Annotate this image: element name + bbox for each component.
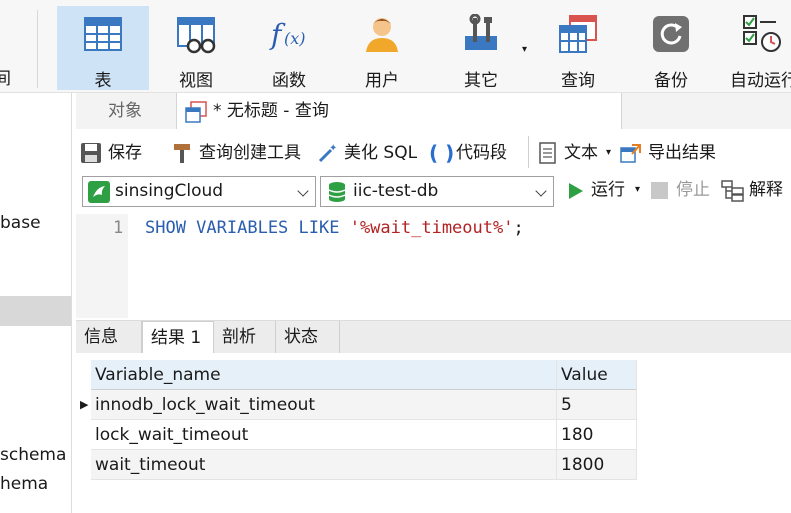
code-snippet-icon: ( ) [429, 141, 455, 165]
connection-select-value: sinsingCloud [115, 181, 224, 201]
sql-code-line[interactable]: SHOW VARIABLES LIKE '%wait_timeout%'; [145, 218, 524, 238]
run-icon [569, 183, 583, 199]
export-icon [620, 144, 641, 163]
schedule-icon [743, 15, 781, 52]
action-separator [528, 136, 529, 168]
explain-icon [721, 180, 744, 202]
toolbar-label: 其它 [464, 71, 498, 91]
chevron-down-icon [535, 185, 547, 197]
toolbar-user-button[interactable]: 用户 [336, 6, 428, 91]
explain-button[interactable]: 解释 [749, 176, 783, 204]
toolbar-other-button[interactable]: 其它 [435, 6, 527, 91]
stop-button[interactable]: 停止 [676, 176, 710, 204]
view-icon [177, 17, 216, 54]
toolbar-backup-button[interactable]: 备份 [625, 6, 717, 91]
database-select-value: iic-test-db [353, 181, 439, 201]
save-icon [81, 143, 101, 163]
database-icon [328, 182, 346, 202]
sql-terminator: ; [513, 218, 524, 238]
text-view-button[interactable]: 文本 [564, 139, 598, 167]
column-header[interactable]: Value [557, 360, 637, 390]
table-icon [84, 17, 122, 51]
toolbar-query-button[interactable]: 查询 [532, 6, 624, 91]
toolbar-label: 用户 [365, 71, 399, 91]
toolbar-label: 表 [94, 71, 112, 91]
connection-select[interactable]: sinsingCloud [82, 176, 316, 207]
toolbar-label: 视图 [179, 71, 213, 91]
tab-status[interactable]: 状态 [276, 321, 340, 353]
toolbar-table-button[interactable]: 表 [57, 6, 149, 91]
svg-text:✦: ✦ [329, 143, 337, 154]
query-tab-icon [185, 101, 207, 123]
object-tree-sidebar: base schema hema [0, 93, 72, 513]
toolbar-view-button[interactable]: 视图 [150, 6, 242, 91]
toolbar-function-button[interactable]: f (x) 函数 [243, 6, 335, 91]
tree-item[interactable]: hema [0, 474, 48, 494]
editor-tab-bar: 对象 * 无标题 - 查询 [76, 93, 791, 129]
toolbar-label: 查询 [561, 71, 595, 91]
query-icon [559, 15, 597, 53]
beautify-sql-button[interactable]: 美化 SQL [344, 139, 417, 167]
dropdown-arrow-icon[interactable]: ▾ [635, 176, 640, 204]
table-cell[interactable]: 5 [557, 390, 637, 420]
toolbar-partial-label: 间 [0, 69, 11, 89]
result-tab-bar: 信息 结果 1 剖析 状态 [76, 320, 791, 354]
tab-query[interactable]: * 无标题 - 查询 [176, 93, 622, 129]
stop-icon [651, 182, 668, 199]
svg-text:(x): (x) [284, 29, 306, 48]
sql-keywords: SHOW VARIABLES LIKE [145, 218, 350, 238]
run-button[interactable]: 运行 [591, 176, 625, 204]
table-cell[interactable]: wait_timeout [91, 450, 557, 480]
column-header[interactable]: Variable_name [91, 360, 557, 390]
text-document-icon [539, 142, 556, 164]
current-row-indicator-icon: ▶ [80, 398, 89, 411]
tree-item[interactable]: schema [0, 445, 66, 465]
tab-result-1[interactable]: 结果 1 [142, 321, 214, 353]
table-cell[interactable]: 180 [557, 420, 637, 450]
main-toolbar: 间 表 视图 f (x) 函数 用户 其它 ▾ 查询 备份 自动运行 [0, 0, 791, 93]
tree-item-selected[interactable] [0, 296, 71, 326]
table-cell[interactable]: lock_wait_timeout [91, 420, 557, 450]
tab-info[interactable]: 信息 [76, 321, 142, 353]
code-snippet-button[interactable]: 代码段 [456, 139, 507, 167]
sql-string: '%wait_timeout%' [349, 218, 514, 238]
toolbar-label: 函数 [272, 71, 306, 91]
user-icon [366, 18, 398, 52]
toolbar-label: 备份 [654, 71, 688, 91]
toolbar-separator [37, 10, 38, 88]
backup-icon [653, 16, 689, 52]
database-select[interactable]: iic-test-db [320, 176, 554, 207]
save-button[interactable]: 保存 [108, 139, 142, 167]
tab-query-label: * 无标题 - 查询 [213, 101, 329, 121]
query-builder-button[interactable]: 查询创建工具 [199, 139, 301, 167]
function-icon: f (x) [269, 18, 306, 51]
dropdown-arrow-icon[interactable]: ▾ [606, 139, 611, 167]
tab-profile[interactable]: 剖析 [214, 321, 276, 353]
dropdown-arrow-icon[interactable]: ▾ [522, 44, 527, 55]
toolbar-label: 自动运行 [730, 71, 791, 91]
tab-objects[interactable]: 对象 [108, 93, 142, 129]
hammer-icon [174, 144, 190, 163]
tools-icon [465, 14, 497, 50]
magic-wand-icon: ✦ [318, 143, 337, 163]
table-cell[interactable]: innodb_lock_wait_timeout [91, 390, 557, 420]
chevron-down-icon [297, 185, 309, 197]
tree-item[interactable]: base [0, 213, 41, 233]
toolbar-schedule-button[interactable]: 自动运行 [724, 6, 791, 91]
export-results-button[interactable]: 导出结果 [648, 139, 716, 167]
line-number: 1 [113, 218, 124, 238]
connection-icon [88, 181, 110, 203]
table-cell[interactable]: 1800 [557, 450, 637, 480]
